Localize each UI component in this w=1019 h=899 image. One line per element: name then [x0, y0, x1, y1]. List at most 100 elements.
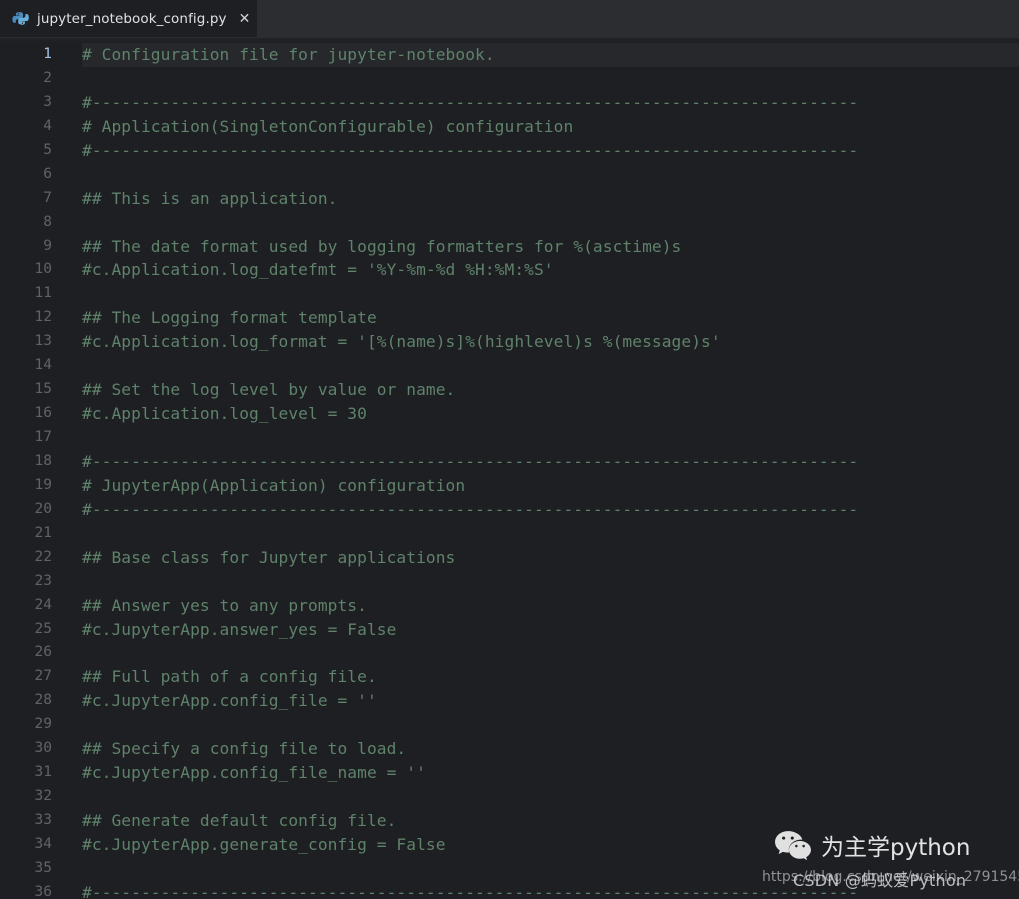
code-line[interactable]: 19 # JupyterApp(Application) configuratio…	[0, 474, 1019, 498]
line-number: 22	[34, 548, 52, 565]
code-line[interactable]: 29	[0, 713, 1019, 737]
code-text: #---------------------------------------…	[82, 92, 859, 112]
line-number: 18	[34, 452, 52, 469]
code-line[interactable]: 31 #c.JupyterApp.config_file_name = ''	[0, 761, 1019, 785]
line-number: 36	[34, 883, 52, 899]
code-editor[interactable]: 1 # Configuration file for jupyter-notebo…	[0, 43, 1019, 899]
code-text: #---------------------------------------…	[82, 499, 859, 519]
code-line[interactable]: 33 ## Generate default config file.	[0, 809, 1019, 833]
code-line[interactable]: 4 # Application(SingletonConfigurable) co…	[0, 115, 1019, 139]
line-number: 19	[34, 476, 52, 493]
line-number: 35	[34, 859, 52, 876]
line-number: 3	[43, 93, 52, 110]
code-text: ## Specify a config file to load.	[82, 739, 407, 759]
line-number: 6	[43, 165, 52, 182]
line-number: 2	[43, 69, 52, 86]
code-line[interactable]: 16 #c.Application.log_level = 30	[0, 402, 1019, 426]
code-line[interactable]: 5 #--------------------------------------…	[0, 139, 1019, 163]
line-number: 12	[34, 309, 52, 326]
close-icon[interactable]: ✕	[239, 11, 251, 27]
line-number: 31	[34, 764, 52, 781]
code-line[interactable]: 20 #-------------------------------------…	[0, 498, 1019, 522]
line-number: 34	[34, 835, 52, 852]
code-line[interactable]: 12 ## The Logging format template	[0, 306, 1019, 330]
line-number: 29	[34, 716, 52, 733]
python-file-icon	[12, 12, 29, 25]
line-number: 14	[34, 357, 52, 374]
code-lines: 1 # Configuration file for jupyter-notebo…	[0, 43, 1019, 899]
code-line[interactable]: 6	[0, 163, 1019, 187]
code-line[interactable]: 10 #c.Application.log_datefmt = '%Y-%m-%d…	[0, 258, 1019, 282]
line-number: 26	[34, 644, 52, 661]
tab-bar: jupyter_notebook_config.py ✕	[0, 0, 1019, 37]
line-number: 33	[34, 812, 52, 828]
line-number: 15	[34, 381, 52, 398]
code-text: # JupyterApp(Application) configuration	[82, 475, 466, 495]
line-number: 13	[34, 333, 52, 350]
line-number: 27	[34, 668, 52, 685]
line-number: 4	[43, 117, 52, 134]
code-line[interactable]: 24 ## Answer yes to any prompts.	[0, 594, 1019, 618]
code-line[interactable]: 27 ## Full path of a config file.	[0, 665, 1019, 689]
code-line[interactable]: 22 ## Base class for Jupyter applications	[0, 546, 1019, 570]
line-number: 1	[43, 46, 52, 62]
line-number: 20	[34, 500, 52, 517]
code-text: # Configuration file for jupyter-noteboo…	[82, 45, 495, 64]
editor-window: jupyter_notebook_config.py ✕ 1 # Configur…	[0, 0, 1019, 899]
code-text: #c.JupyterApp.config_file = ''	[82, 691, 377, 711]
tab-jupyter-notebook-config[interactable]: jupyter_notebook_config.py ✕	[0, 0, 257, 37]
line-number: 10	[34, 261, 52, 278]
tab-title: jupyter_notebook_config.py	[37, 10, 227, 27]
code-line[interactable]: 36 #-------------------------------------…	[0, 881, 1019, 899]
code-line[interactable]: 11	[0, 282, 1019, 306]
code-text: ## Full path of a config file.	[82, 667, 377, 687]
line-number: 9	[43, 237, 52, 254]
code-text: #c.Application.log_datefmt = '%Y-%m-%d %…	[82, 260, 554, 280]
code-text: ## Generate default config file.	[82, 811, 397, 830]
code-text: ## Base class for Jupyter applications	[82, 547, 456, 567]
line-number: 21	[34, 524, 52, 541]
code-line[interactable]: 1 # Configuration file for jupyter-notebo…	[0, 43, 1019, 67]
code-line[interactable]: 13 #c.Application.log_format = '[%(name)s…	[0, 330, 1019, 354]
code-text: #---------------------------------------…	[82, 140, 859, 160]
code-line[interactable]: 14	[0, 354, 1019, 378]
code-line[interactable]: 35	[0, 857, 1019, 881]
code-text: ## Answer yes to any prompts.	[82, 595, 367, 615]
code-line[interactable]: 26	[0, 641, 1019, 665]
code-line[interactable]: 21	[0, 522, 1019, 546]
code-text: #c.JupyterApp.answer_yes = False	[82, 619, 397, 639]
line-number: 7	[43, 189, 52, 206]
line-number: 5	[43, 141, 52, 158]
code-line[interactable]: 9 ## The date format used by logging form…	[0, 235, 1019, 259]
code-line[interactable]: 34 #c.JupyterApp.generate_config = False	[0, 833, 1019, 857]
code-text: ## The date format used by logging forma…	[82, 236, 682, 256]
line-number: 11	[34, 285, 52, 302]
code-text: #---------------------------------------…	[82, 451, 859, 471]
code-text: #c.JupyterApp.config_file_name = ''	[82, 763, 426, 783]
code-text: #c.JupyterApp.generate_config = False	[82, 834, 446, 854]
code-line[interactable]: 28 #c.JupyterApp.config_file = ''	[0, 689, 1019, 713]
code-line[interactable]: 32	[0, 785, 1019, 809]
line-number: 17	[34, 429, 52, 445]
line-number: 24	[34, 596, 52, 613]
code-line[interactable]: 2	[0, 67, 1019, 91]
code-line[interactable]: 30 ## Specify a config file to load.	[0, 737, 1019, 761]
code-text: ## The Logging format template	[82, 308, 377, 328]
code-line[interactable]: 7 ## This is an application.	[0, 187, 1019, 211]
code-line[interactable]: 3 #--------------------------------------…	[0, 91, 1019, 115]
line-number: 23	[34, 572, 52, 589]
line-number: 28	[34, 692, 52, 709]
code-line[interactable]: 15 ## Set the log level by value or name.	[0, 378, 1019, 402]
code-line[interactable]: 8	[0, 211, 1019, 235]
code-line[interactable]: 17	[0, 426, 1019, 450]
code-text: #c.Application.log_level = 30	[82, 404, 367, 424]
code-text: ## Set the log level by value or name.	[82, 380, 456, 400]
code-line[interactable]: 18 #-------------------------------------…	[0, 450, 1019, 474]
line-number: 25	[34, 620, 52, 637]
code-line[interactable]: 25 #c.JupyterApp.answer_yes = False	[0, 618, 1019, 642]
code-line[interactable]: 23	[0, 570, 1019, 594]
code-text: # Application(SingletonConfigurable) con…	[82, 116, 574, 136]
code-text: ## This is an application.	[82, 188, 338, 208]
code-text: #---------------------------------------…	[82, 882, 859, 899]
line-number: 16	[34, 405, 52, 422]
